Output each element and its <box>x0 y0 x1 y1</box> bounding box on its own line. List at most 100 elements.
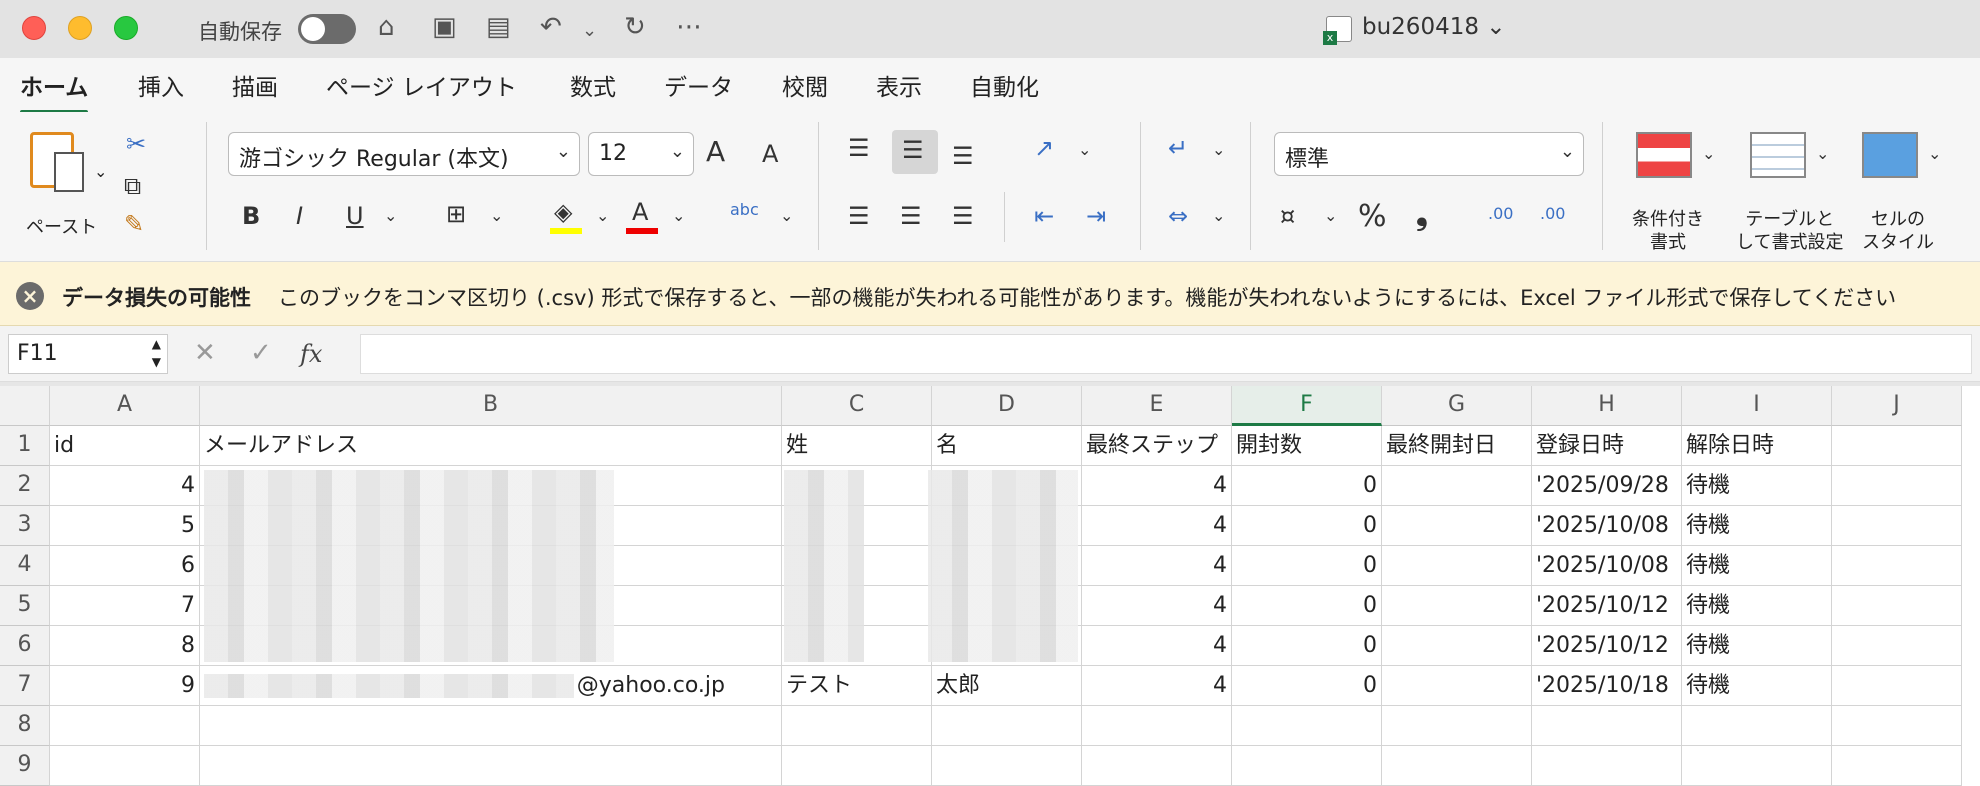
cell-id[interactable]: 6 <box>50 546 200 586</box>
cell-unsub[interactable]: 待機 <box>1682 586 1832 626</box>
more-icon[interactable]: ⋯ <box>676 12 702 42</box>
cell-step[interactable]: 4 <box>1082 666 1232 706</box>
align-middle-button[interactable]: ☰ <box>892 130 938 174</box>
undo-dropdown-icon[interactable]: ⌄ <box>582 20 597 41</box>
cell[interactable] <box>1082 746 1232 786</box>
merge-dropdown-icon[interactable]: ⌄ <box>1212 208 1225 224</box>
merge-center-icon[interactable]: ⇔ <box>1168 204 1188 228</box>
save-as-icon[interactable]: ▤ <box>486 12 511 42</box>
font-color-dropdown-icon[interactable]: ⌄ <box>672 208 685 224</box>
home-icon[interactable]: ⌂ <box>378 12 395 42</box>
percent-button[interactable]: % <box>1358 202 1387 232</box>
decrease-font-size-icon[interactable]: A <box>762 142 778 166</box>
cell-last_open[interactable] <box>1382 666 1532 706</box>
cell[interactable] <box>1532 706 1682 746</box>
increase-indent-icon[interactable]: ⇥ <box>1086 204 1106 228</box>
column-header-E[interactable]: E <box>1082 386 1232 426</box>
cell-unsub[interactable]: 待機 <box>1682 506 1832 546</box>
stepper-icon[interactable]: ▲ ▼ <box>152 335 161 371</box>
undo-icon[interactable]: ↶ <box>540 12 562 42</box>
insert-function-button[interactable]: fx <box>300 340 322 368</box>
close-icon[interactable]: × <box>16 282 44 310</box>
cell[interactable] <box>1382 706 1532 746</box>
row-header-8[interactable]: 8 <box>0 706 50 746</box>
cell-opens[interactable]: 0 <box>1232 506 1382 546</box>
cell-header[interactable]: 解除日時 <box>1682 426 1832 466</box>
zoom-window-button[interactable] <box>114 16 138 40</box>
select-all-corner[interactable] <box>0 386 50 426</box>
borders-dropdown-icon[interactable]: ⌄ <box>490 208 503 224</box>
currency-icon[interactable]: ¤ <box>1280 204 1295 228</box>
row-header-3[interactable]: 3 <box>0 506 50 546</box>
column-header-I[interactable]: I <box>1682 386 1832 426</box>
cell-unsub[interactable]: 待機 <box>1682 666 1832 706</box>
cell[interactable] <box>50 746 200 786</box>
row-header-5[interactable]: 5 <box>0 586 50 626</box>
cell[interactable] <box>1232 746 1382 786</box>
column-header-J[interactable]: J <box>1832 386 1962 426</box>
format-as-table-button[interactable]: ⌄ テーブルと して書式設定 <box>1736 132 1856 256</box>
align-top-icon[interactable]: ☰ <box>848 136 870 160</box>
cut-icon[interactable]: ✂ <box>126 132 146 156</box>
orientation-icon[interactable]: ↗ <box>1034 136 1054 160</box>
phonetic-dropdown-icon[interactable]: ⌄ <box>780 208 793 224</box>
cell-opens[interactable]: 0 <box>1232 666 1382 706</box>
column-header-H[interactable]: H <box>1532 386 1682 426</box>
cell[interactable] <box>50 706 200 746</box>
number-format-select[interactable]: 標準 ⌄ <box>1274 132 1584 176</box>
cell[interactable] <box>1382 746 1532 786</box>
cell-id[interactable]: 4 <box>50 466 200 506</box>
cell-opens[interactable]: 0 <box>1232 546 1382 586</box>
column-header-C[interactable]: C <box>782 386 932 426</box>
align-right-icon[interactable]: ☰ <box>952 204 974 228</box>
font-name-select[interactable]: 游ゴシック Regular (本文) ⌄ <box>228 132 580 176</box>
cell[interactable] <box>1082 706 1232 746</box>
wrap-text-dropdown-icon[interactable]: ⌄ <box>1212 142 1225 158</box>
row-header-4[interactable]: 4 <box>0 546 50 586</box>
column-header-G[interactable]: G <box>1382 386 1532 426</box>
phonetic-icon[interactable]: abc <box>730 202 759 218</box>
name-box[interactable]: F11 ▲ ▼ <box>8 334 168 374</box>
bold-button[interactable]: B <box>242 204 260 228</box>
redo-icon[interactable]: ↻ <box>624 12 646 42</box>
cell-header[interactable]: id <box>50 426 200 466</box>
cell-header[interactable]: 最終ステップ <box>1082 426 1232 466</box>
align-bottom-icon[interactable]: ☰ <box>952 144 974 168</box>
cell-unsub[interactable]: 待機 <box>1682 626 1832 666</box>
column-header-D[interactable]: D <box>932 386 1082 426</box>
cell-last_open[interactable] <box>1382 626 1532 666</box>
tab-automate[interactable]: 自動化 <box>970 68 1039 102</box>
conditional-formatting-button[interactable]: ⌄ 条件付き 書式 <box>1622 132 1722 256</box>
row-header-6[interactable]: 6 <box>0 626 50 666</box>
orientation-dropdown-icon[interactable]: ⌄ <box>1078 142 1091 158</box>
cell[interactable] <box>1832 506 1962 546</box>
cell[interactable] <box>932 746 1082 786</box>
cell-styles-button[interactable]: ⌄ セルの スタイル <box>1862 132 1962 256</box>
decrease-indent-icon[interactable]: ⇤ <box>1034 204 1054 228</box>
cell[interactable] <box>1682 706 1832 746</box>
cell[interactable] <box>1832 626 1962 666</box>
cell[interactable] <box>1832 706 1962 746</box>
autosave-toggle[interactable] <box>298 14 356 44</box>
cell-step[interactable]: 4 <box>1082 586 1232 626</box>
underline-button[interactable]: U <box>346 204 364 228</box>
cell-registered[interactable]: '2025/10/12 <box>1532 626 1682 666</box>
cell[interactable] <box>1832 426 1962 466</box>
fill-color-button[interactable]: ◈ <box>550 200 584 234</box>
cell-registered[interactable]: '2025/10/08 <box>1532 546 1682 586</box>
cell-last_open[interactable] <box>1382 466 1532 506</box>
cell-header[interactable]: 開封数 <box>1232 426 1382 466</box>
cell-last_open[interactable] <box>1382 586 1532 626</box>
align-center-icon[interactable]: ☰ <box>900 204 922 228</box>
tab-home[interactable]: ホーム <box>20 68 89 114</box>
cell-header[interactable]: 登録日時 <box>1532 426 1682 466</box>
comma-style-button[interactable]: ❟ <box>1416 200 1428 230</box>
cell-opens[interactable]: 0 <box>1232 626 1382 666</box>
cell-registered[interactable]: '2025/09/28 <box>1532 466 1682 506</box>
cell[interactable] <box>1832 666 1962 706</box>
cancel-icon[interactable]: ✕ <box>194 338 216 368</box>
cell-step[interactable]: 4 <box>1082 466 1232 506</box>
cell-id[interactable]: 8 <box>50 626 200 666</box>
cell-opens[interactable]: 0 <box>1232 586 1382 626</box>
currency-dropdown-icon[interactable]: ⌄ <box>1324 208 1337 224</box>
